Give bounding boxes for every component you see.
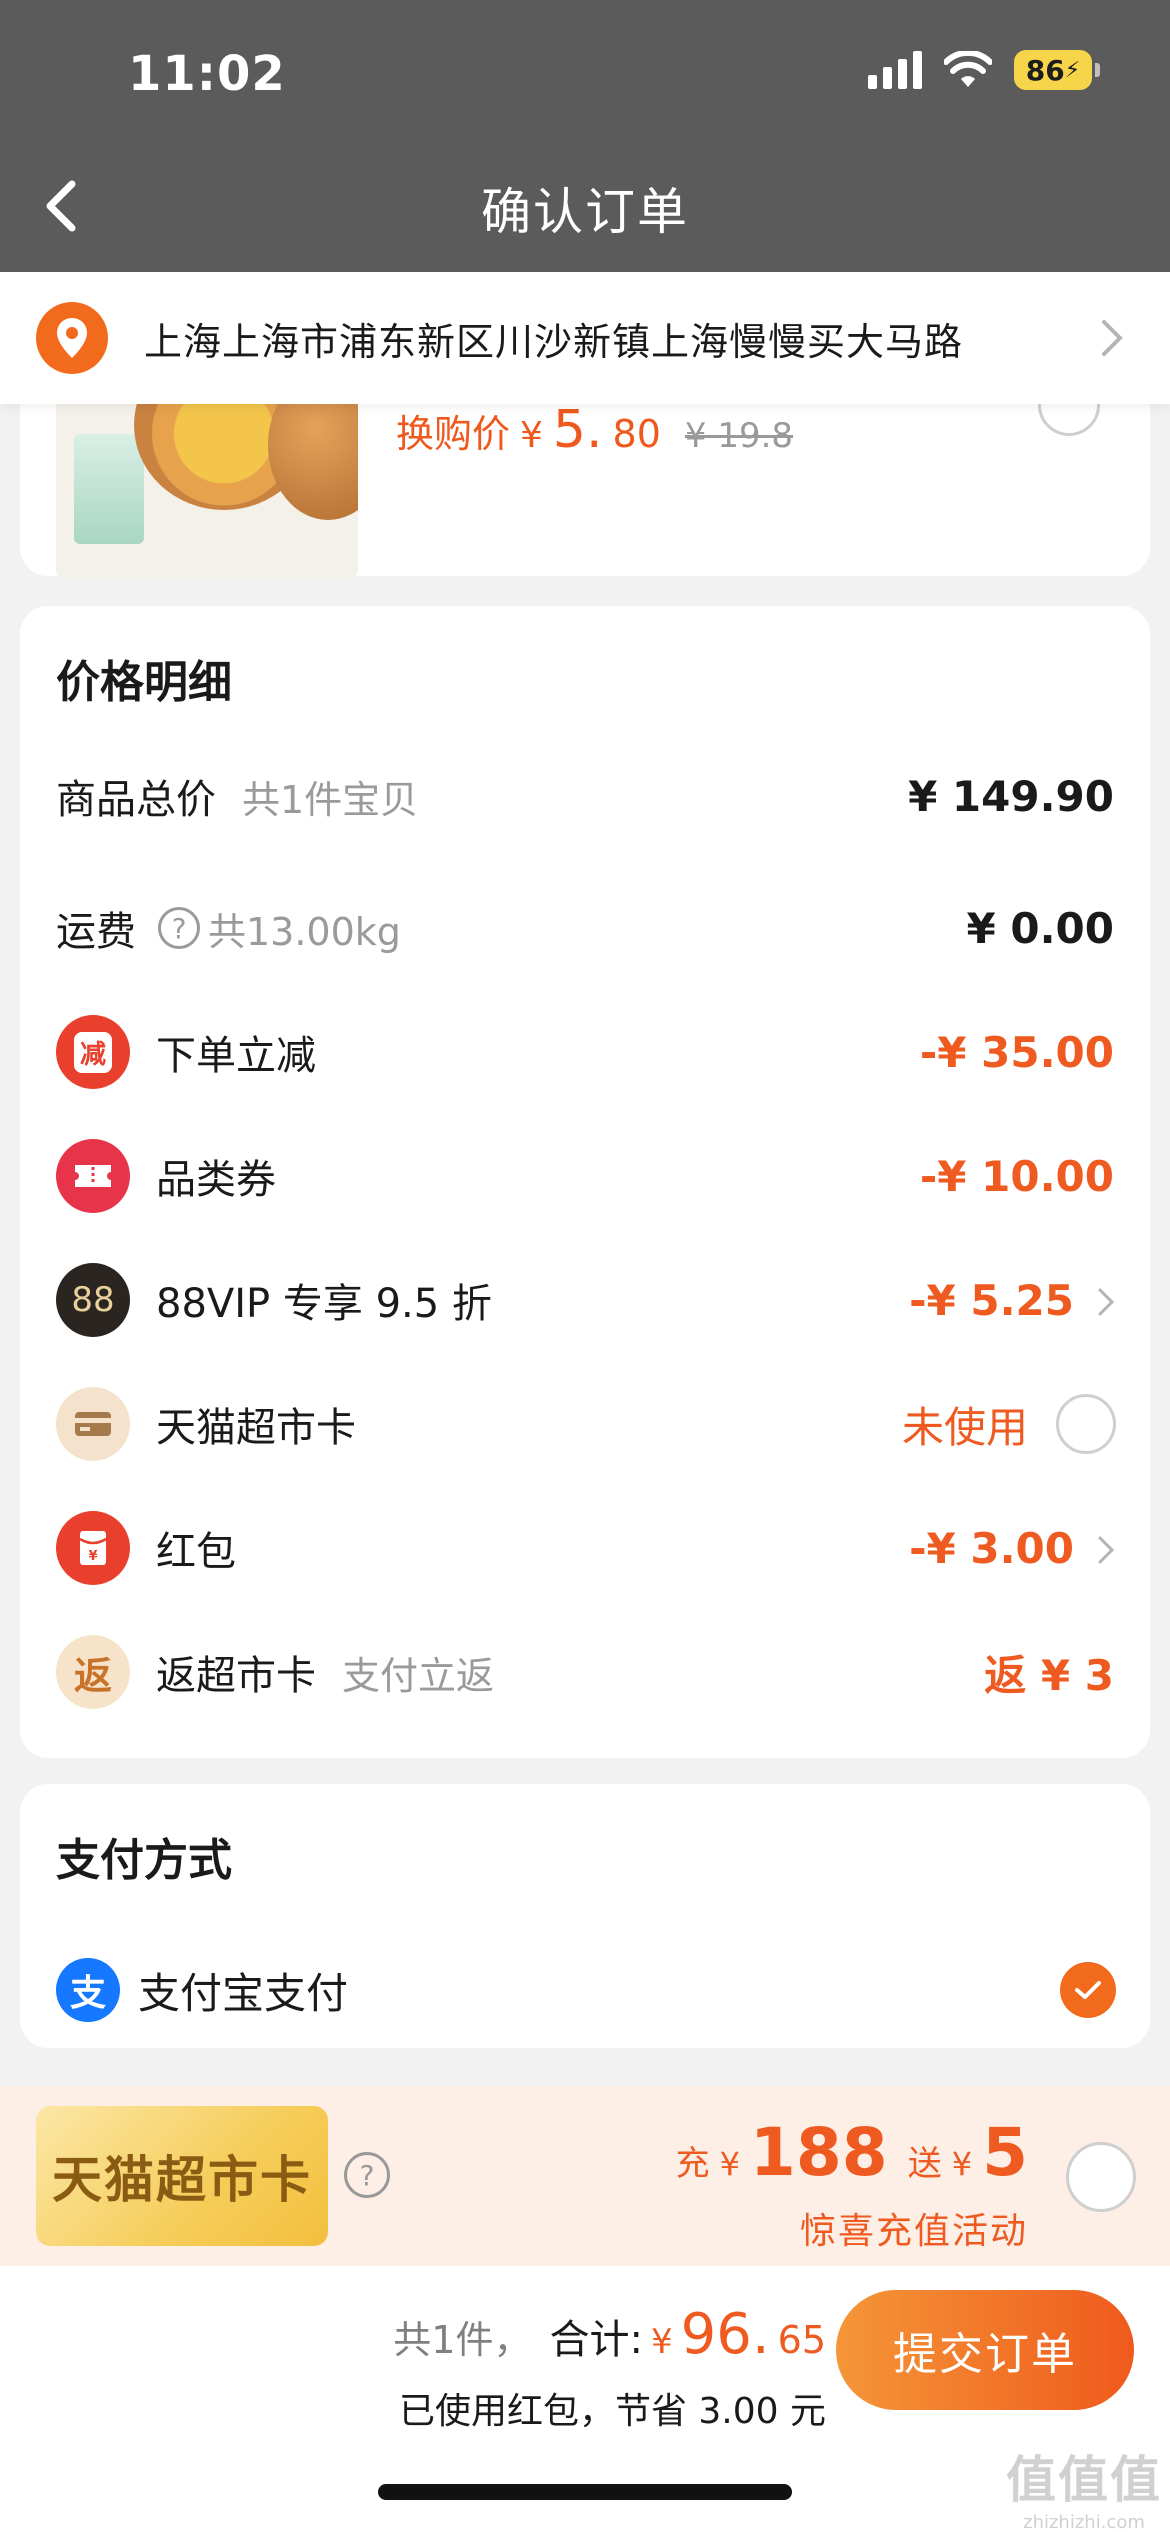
currency-symbol: ¥ xyxy=(650,2322,673,2362)
address-bar[interactable]: 上海上海市浦东新区川沙新镇上海慢慢买大马路 xyxy=(0,272,1170,404)
tmall-card-radio[interactable] xyxy=(1056,1394,1116,1454)
payment-card: 支付方式 支 支付宝支付 xyxy=(20,1784,1150,2048)
original-price: ¥ 19.8 xyxy=(684,416,794,456)
payment-method-label[interactable]: 支付宝支付 xyxy=(138,1960,348,2021)
price-detail-card: 价格明细 商品总价 共1件宝贝 ¥ 149.90 运费 ? 共13.00kg ¥… xyxy=(20,606,1150,1758)
recharge-offer: 充 ¥ 188 送 ¥ 5 xyxy=(676,2114,1028,2191)
discount-icon: 减 xyxy=(56,1015,130,1089)
price-label: 换购价 xyxy=(396,412,511,456)
watermark-logo: 值值值 xyxy=(1006,2451,1162,2509)
discount-icon-text: 减 xyxy=(73,1031,112,1073)
row-label: 品类券 xyxy=(156,1157,276,1203)
currency-symbol: ¥ xyxy=(520,415,543,456)
row-label: 商品总价 xyxy=(56,777,216,823)
row-red-packet[interactable]: ¥ 红包 -¥ 3.00 xyxy=(20,1508,1150,1588)
svg-text:¥: ¥ xyxy=(88,1549,97,1564)
product-image[interactable] xyxy=(56,380,358,578)
cashback-icon: 返 xyxy=(56,1635,130,1709)
row-value: -¥ 5.25 xyxy=(909,1275,1074,1325)
charge-label: 充 xyxy=(675,2144,710,2184)
signal-icon xyxy=(868,51,922,89)
row-goods-total: 商品总价 共1件宝贝 ¥ 149.90 xyxy=(20,756,1150,836)
tmall-card-icon xyxy=(56,1387,130,1461)
status-time: 11:02 xyxy=(128,46,286,102)
row-value: ¥ 149.90 xyxy=(908,771,1114,821)
promo-select-radio[interactable] xyxy=(1066,2142,1136,2212)
product-package-graphic xyxy=(74,434,144,544)
top-bar: 11:02 86 ⚡ 确认订单 xyxy=(0,0,1170,272)
row-label: 返超市卡 xyxy=(156,1653,316,1699)
row-value: ¥ 0.00 xyxy=(966,903,1114,953)
help-icon[interactable]: ? xyxy=(344,2152,390,2198)
price-detail-title: 价格明细 xyxy=(56,657,232,708)
total-integer: 96. xyxy=(680,2302,770,2367)
watermark: 值值值 zhizhizhi.com xyxy=(1006,2440,1162,2532)
row-label: 运费 xyxy=(56,909,136,955)
total-decimal: 65 xyxy=(777,2318,826,2362)
bonus-amount: 5 xyxy=(982,2114,1028,2191)
row-label: 红包 xyxy=(156,1529,236,1575)
currency-symbol: ¥ xyxy=(719,2145,740,2183)
battery-level: 86 xyxy=(1025,53,1065,87)
charge-amount: 188 xyxy=(749,2114,888,2191)
coupon-icon xyxy=(56,1139,130,1213)
row-value: 返 ¥ 3 xyxy=(984,1650,1114,1700)
red-packet-icon: ¥ xyxy=(56,1511,130,1585)
recharge-promo-bar: 天猫超市卡 ? 充 ¥ 188 送 ¥ 5 惊喜充值活动 xyxy=(0,2086,1170,2266)
home-indicator[interactable] xyxy=(378,2484,792,2500)
help-icon[interactable]: ? xyxy=(158,907,200,949)
row-value: 未使用 xyxy=(901,1402,1028,1452)
submit-order-button[interactable]: 提交订单 xyxy=(836,2290,1134,2410)
currency-symbol: ¥ xyxy=(951,2145,973,2183)
row-88vip[interactable]: 88 88VIP 专享 9.5 折 -¥ 5.25 xyxy=(20,1260,1150,1340)
88vip-icon: 88 xyxy=(56,1263,130,1337)
total-label: 合计: xyxy=(549,2317,643,2363)
chevron-right-icon xyxy=(1102,320,1123,356)
watermark-url: zhizhizhi.com xyxy=(1023,2512,1145,2532)
price-integer: 5. xyxy=(552,400,603,460)
row-sub: 支付立返 xyxy=(342,1653,495,1698)
address-text: 上海上海市浦东新区川沙新镇上海慢慢买大马路 xyxy=(144,319,964,364)
wifi-icon xyxy=(944,51,992,87)
total-line: 共1件， 合计: ¥ 96. 65 xyxy=(393,2302,826,2367)
chevron-right-icon xyxy=(1098,1536,1115,1564)
page-title: 确认订单 xyxy=(481,183,689,241)
alipay-icon: 支 xyxy=(56,1958,120,2022)
location-pin-icon xyxy=(36,302,108,374)
row-label: 天猫超市卡 xyxy=(156,1405,356,1451)
payment-title: 支付方式 xyxy=(56,1835,232,1886)
tmall-card-banner[interactable]: 天猫超市卡 xyxy=(36,2106,328,2246)
row-tmall-card[interactable]: 天猫超市卡 未使用 xyxy=(20,1384,1150,1464)
row-value: -¥ 10.00 xyxy=(919,1151,1114,1201)
row-value: -¥ 3.00 xyxy=(909,1523,1074,1573)
promo-subtitle: 惊喜充值活动 xyxy=(799,2211,1028,2252)
bonus-label: 送 xyxy=(907,2144,942,2184)
row-sub: 共13.00kg xyxy=(208,909,401,954)
saving-text: 已使用红包，节省 3.00 元 xyxy=(398,2391,826,2432)
price-decimal: 80 xyxy=(612,412,661,456)
row-order-discount: 减 下单立减 -¥ 35.00 xyxy=(20,1012,1150,1092)
product-price: 换购价 ¥ 5. 80 ¥ 19.8 xyxy=(396,400,793,460)
battery-icon: 86 ⚡ xyxy=(1014,50,1100,90)
status-icons: 86 ⚡ xyxy=(868,50,1100,90)
row-cashback: 返 返超市卡 支付立返 返 ¥ 3 xyxy=(20,1632,1150,1712)
row-sub: 共1件宝贝 xyxy=(242,777,419,822)
row-shipping: 运费 ? 共13.00kg ¥ 0.00 xyxy=(20,888,1150,968)
chevron-right-icon xyxy=(1098,1288,1115,1316)
row-value: -¥ 35.00 xyxy=(919,1027,1114,1077)
row-label: 88VIP 专享 9.5 折 xyxy=(156,1281,492,1327)
row-category-coupon[interactable]: 品类券 -¥ 10.00 xyxy=(20,1136,1150,1216)
item-count: 共1件， xyxy=(393,2318,532,2362)
row-label: 下单立减 xyxy=(156,1033,316,1079)
checkmark-icon[interactable] xyxy=(1060,1962,1116,2018)
